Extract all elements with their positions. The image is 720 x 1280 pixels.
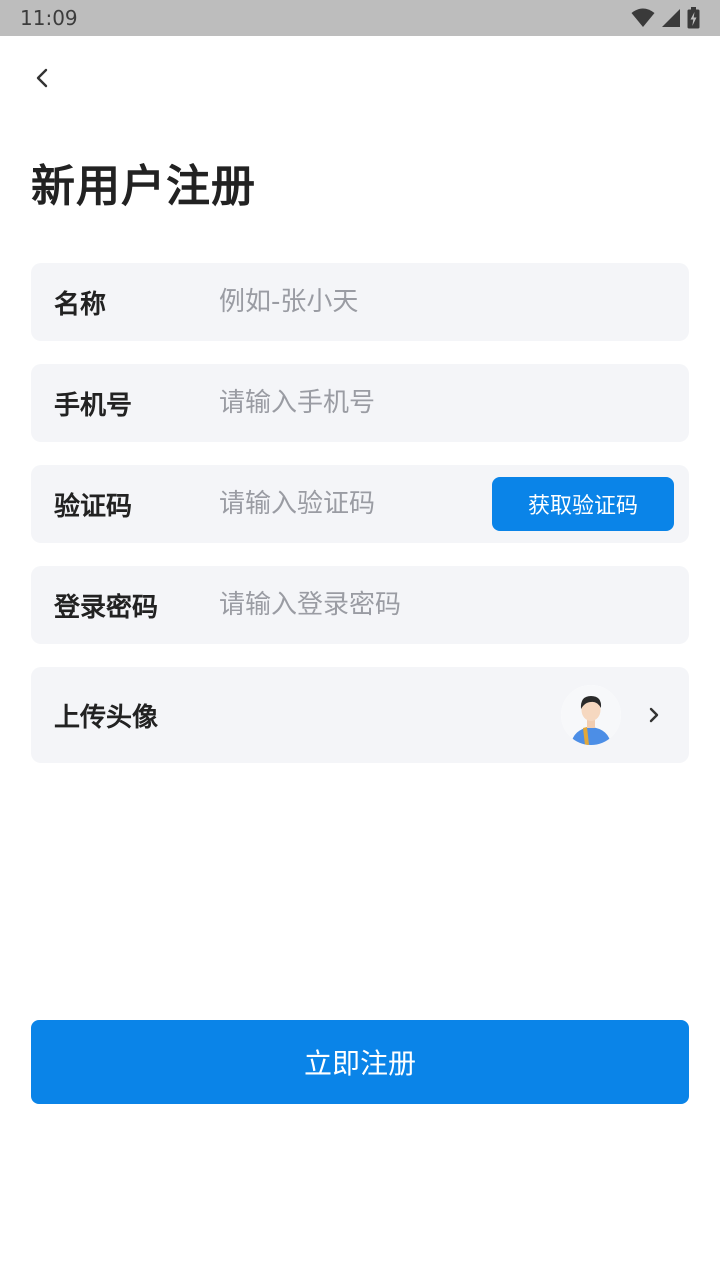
page-title: 新用户注册: [31, 161, 256, 212]
phone-label: 手机号: [54, 390, 133, 421]
phone-field-row: 手机号: [31, 364, 689, 442]
code-field-row: 验证码 获取验证码: [31, 465, 689, 543]
wifi-icon: [631, 8, 655, 27]
chevron-right-icon: [649, 707, 659, 723]
password-input[interactable]: [219, 566, 479, 644]
upload-avatar-row[interactable]: 上传头像: [31, 667, 689, 763]
status-time: 11:09: [20, 6, 78, 30]
password-label: 登录密码: [54, 592, 159, 623]
password-field-row: 登录密码: [31, 566, 689, 644]
avatar-label: 上传头像: [54, 702, 159, 733]
code-label: 验证码: [54, 491, 133, 522]
signal-icon: [662, 9, 680, 27]
avatar-image: [561, 685, 621, 745]
phone-input[interactable]: [219, 364, 479, 442]
register-submit-button[interactable]: 立即注册: [31, 1020, 689, 1104]
battery-charging-icon: [687, 7, 700, 29]
get-code-button[interactable]: 获取验证码: [492, 477, 674, 531]
avatar[interactable]: [561, 685, 621, 745]
status-bar: 11:09: [0, 0, 720, 36]
name-label: 名称: [54, 289, 107, 320]
name-field-row: 名称: [31, 263, 689, 341]
name-input[interactable]: [219, 263, 479, 341]
code-input[interactable]: [219, 465, 479, 543]
back-button[interactable]: [24, 60, 60, 96]
chevron-left-icon: [36, 68, 48, 88]
status-icons: [631, 7, 700, 29]
